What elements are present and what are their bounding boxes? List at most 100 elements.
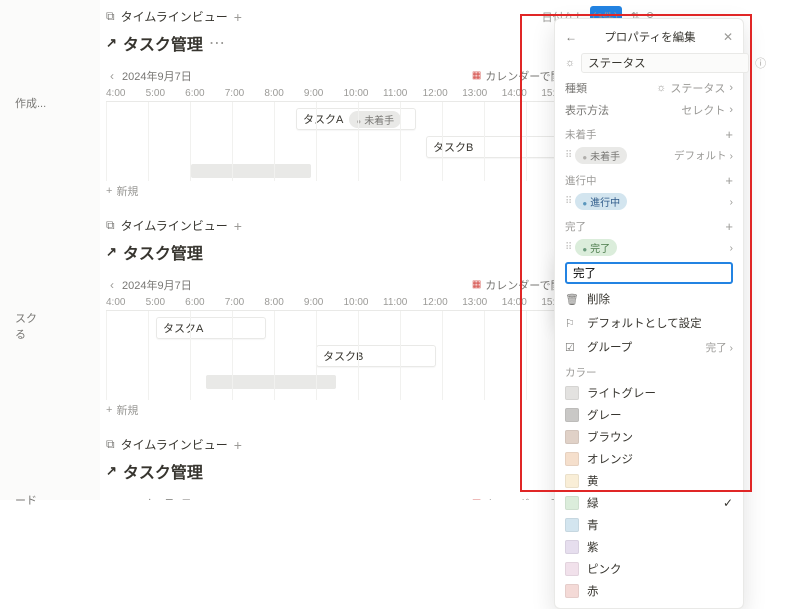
color-option[interactable]: 赤	[555, 580, 743, 602]
hour-tick: 8:00	[264, 297, 304, 308]
back-button[interactable]: ←	[565, 30, 577, 44]
hour-tick: 14:00	[502, 88, 542, 99]
color-option[interactable]: ピンク	[555, 558, 743, 580]
status-option-row[interactable]: ⠿未着手 デフォルト ›	[555, 144, 743, 167]
timeline-icon: ⧉	[106, 437, 115, 452]
page-title[interactable]: タスク管理	[123, 459, 203, 483]
color-swatch	[565, 584, 579, 598]
color-swatch	[565, 430, 579, 444]
view-tab[interactable]: タイムラインビュー	[121, 217, 228, 234]
prev-period-button[interactable]: ‹	[106, 69, 118, 83]
hour-tick: 9:00	[304, 88, 344, 99]
open-link-icon: ↗	[106, 244, 117, 260]
status-option-row[interactable]: ⠿完了 ›	[555, 236, 743, 259]
prev-period-button[interactable]: ‹	[106, 278, 118, 292]
add-option-button[interactable]: +	[725, 219, 733, 234]
sidebar-text: スクる	[15, 310, 37, 342]
property-type-row[interactable]: 種類 ☼ ステータス ›	[555, 77, 743, 99]
hour-tick: 12:00	[423, 88, 463, 99]
calendar-icon: ▦	[472, 279, 481, 290]
check-icon: ✓	[723, 496, 733, 510]
color-option[interactable]: 紫	[555, 536, 743, 558]
color-option[interactable]: グレー	[555, 404, 743, 426]
status-type-icon: ☼	[565, 57, 575, 69]
open-link-icon: ↗	[106, 463, 117, 479]
trash-icon: 🗑	[565, 293, 579, 306]
color-option[interactable]: 青	[555, 514, 743, 536]
hour-tick: 4:00	[106, 297, 146, 308]
color-name: ピンク	[587, 561, 622, 577]
hour-tick: 8:00	[264, 88, 304, 99]
panel-title: プロパティを編集	[604, 29, 695, 45]
hour-tick: 12:00	[423, 297, 463, 308]
add-row-button[interactable]: +新規	[106, 183, 138, 199]
hour-tick: 6:00	[185, 88, 225, 99]
sidebar-text: 作成...	[15, 95, 46, 111]
color-option[interactable]: 緑✓	[555, 492, 743, 514]
hour-tick: 9:00	[304, 297, 344, 308]
add-option-button[interactable]: +	[725, 127, 733, 142]
status-option-row[interactable]: ⠿進行中 ›	[555, 190, 743, 213]
group-icon: ☑	[565, 341, 579, 354]
hour-tick: 11:00	[383, 88, 423, 99]
task-name: タスクA	[303, 111, 343, 127]
color-name: 青	[587, 517, 599, 533]
color-list: ライトグレーグレーブラウンオレンジ黄緑✓ 青紫ピンク赤	[555, 382, 743, 602]
group-header-in-progress: 進行中+	[555, 167, 743, 190]
left-sidebar-fragment: 作成... スクる ード	[0, 0, 100, 500]
color-option[interactable]: 黄	[555, 470, 743, 492]
info-icon[interactable]: ⓘ	[755, 55, 766, 71]
task-bar[interactable]: タスクB	[316, 345, 436, 367]
view-tab[interactable]: タイムラインビュー	[121, 8, 228, 25]
timeline-icon: ⧉	[106, 218, 115, 233]
color-name: 赤	[587, 583, 599, 599]
color-section-label: カラー	[555, 359, 743, 382]
status-badge: 未着手	[575, 147, 627, 164]
color-option[interactable]: オレンジ	[555, 448, 743, 470]
add-option-button[interactable]: +	[725, 173, 733, 188]
prev-period-button[interactable]: ‹	[106, 497, 118, 501]
property-name-input[interactable]	[581, 53, 749, 73]
color-name: 紫	[587, 539, 599, 555]
color-swatch	[565, 474, 579, 488]
delete-option-button[interactable]: 🗑削除	[555, 287, 743, 311]
hour-tick: 5:00	[146, 88, 186, 99]
more-icon[interactable]: ⋯	[209, 33, 225, 53]
close-button[interactable]: ✕	[723, 30, 733, 44]
color-name: ライトグレー	[587, 385, 656, 401]
set-default-button[interactable]: ⚐デフォルトとして設定	[555, 311, 743, 335]
add-view-button[interactable]: +	[234, 438, 242, 452]
color-swatch	[565, 496, 579, 510]
display-method-row[interactable]: 表示方法 セレクト ›	[555, 99, 743, 121]
task-bar[interactable]: タスクA 未着手	[296, 108, 416, 130]
color-option[interactable]: ブラウン	[555, 426, 743, 448]
color-swatch	[565, 408, 579, 422]
color-name: 黄	[587, 473, 599, 489]
flag-icon: ⚐	[565, 317, 579, 330]
page-title[interactable]: タスク管理	[123, 31, 203, 55]
add-view-button[interactable]: +	[234, 10, 242, 24]
status-badge: 進行中	[575, 193, 627, 210]
hour-tick: 13:00	[462, 297, 502, 308]
hour-tick: 5:00	[146, 297, 186, 308]
add-view-button[interactable]: +	[234, 219, 242, 233]
drag-handle-icon[interactable]: ⠿	[565, 196, 571, 207]
current-date: 2024年9月7日	[122, 68, 192, 84]
view-tab[interactable]: タイムラインビュー	[121, 436, 228, 453]
task-name: タスクB	[433, 139, 473, 155]
drag-handle-icon[interactable]: ⠿	[565, 242, 571, 253]
drag-handle-icon[interactable]: ⠿	[565, 150, 571, 161]
current-date: 2024年9月7日	[122, 496, 192, 501]
group-select-button[interactable]: ☑グループ完了 ›	[555, 335, 743, 359]
shadow-bar	[191, 164, 311, 178]
hour-tick: 7:00	[225, 88, 265, 99]
open-link-icon: ↗	[106, 35, 117, 51]
hour-tick: 13:00	[462, 88, 502, 99]
color-name: グレー	[587, 407, 622, 423]
task-bar[interactable]: タスクB	[426, 136, 566, 158]
page-title[interactable]: タスク管理	[123, 240, 203, 264]
option-name-input[interactable]	[565, 262, 733, 284]
add-row-button[interactable]: +新規	[106, 402, 138, 418]
task-bar[interactable]: タスクA	[156, 317, 266, 339]
color-option[interactable]: ライトグレー	[555, 382, 743, 404]
